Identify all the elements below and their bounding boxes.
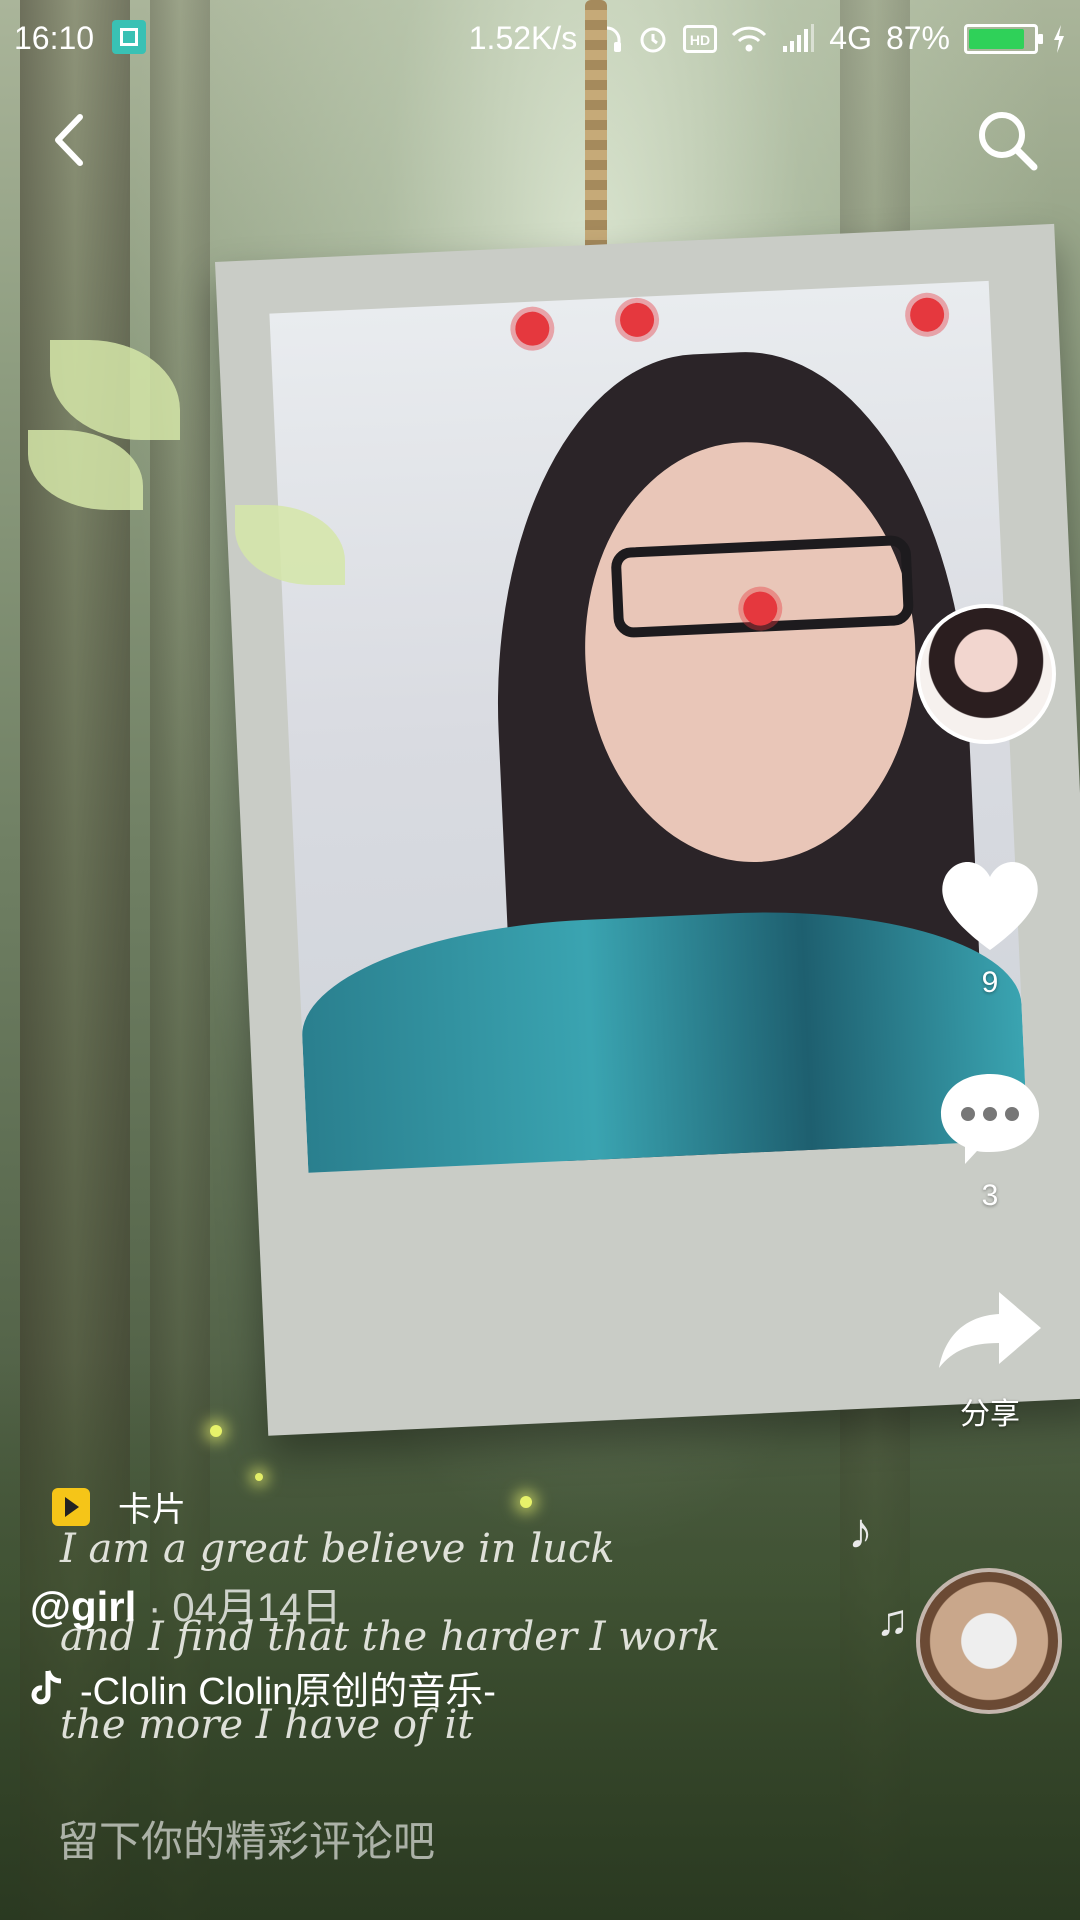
post-photo[interactable] bbox=[269, 280, 1028, 1173]
share-button[interactable]: 分享 bbox=[930, 1288, 1050, 1433]
wifi-icon bbox=[732, 26, 767, 51]
creator-avatar[interactable] bbox=[916, 604, 1056, 744]
search-icon bbox=[979, 112, 1038, 171]
music-line[interactable]: -Clolin Clolin原创的音乐- bbox=[30, 1660, 496, 1715]
flower-sticker bbox=[619, 302, 655, 338]
like-button[interactable]: 9 bbox=[930, 855, 1050, 1000]
heart-icon bbox=[942, 862, 1038, 950]
back-button[interactable] bbox=[40, 105, 100, 175]
flower-sticker bbox=[514, 310, 551, 347]
comment-count: 3 bbox=[981, 1179, 999, 1212]
card-label: 卡片 bbox=[118, 1491, 186, 1529]
music-title: -Clolin Clolin原创的音乐- bbox=[80, 1671, 496, 1713]
signal-icon bbox=[783, 23, 815, 52]
card-play-icon bbox=[52, 1487, 90, 1526]
share-arrow-icon bbox=[939, 1292, 1041, 1368]
music-note-icon: ♫ bbox=[876, 1596, 909, 1645]
music-disc[interactable] bbox=[916, 1568, 1062, 1714]
tiktok-note-icon bbox=[31, 1669, 62, 1704]
photo-jacket bbox=[297, 900, 1028, 1173]
back-arrow-icon bbox=[55, 114, 83, 166]
polaroid-frame bbox=[215, 223, 1080, 1436]
comment-bubble-icon bbox=[941, 1074, 1039, 1164]
author-line: @girl · 04月14日 bbox=[30, 1575, 341, 1633]
battery-fill bbox=[969, 28, 1025, 49]
share-label: 分享 bbox=[960, 1398, 1020, 1431]
like-count: 9 bbox=[981, 966, 999, 999]
charging-icon bbox=[1054, 24, 1064, 53]
status-right: 1.52K/s HD 4G 87% bbox=[469, 20, 1066, 57]
status-bar: 16:10 1.52K/s HD 4G 87% bbox=[0, 0, 1080, 78]
status-time: 16:10 bbox=[14, 20, 95, 56]
search-button[interactable] bbox=[972, 105, 1042, 175]
firefly bbox=[255, 1473, 263, 1481]
battery-icon bbox=[964, 23, 1043, 54]
author-name[interactable]: @girl bbox=[30, 1583, 136, 1630]
svg-text:HD: HD bbox=[690, 32, 710, 48]
network-speed: 1.52K/s bbox=[468, 20, 578, 56]
lyrics-overlay: I am a great believe in luck and I find … bbox=[60, 1505, 720, 1769]
alarm-icon bbox=[640, 27, 666, 52]
music-note-icon: ♪ bbox=[848, 1503, 873, 1559]
network-type: 4G bbox=[829, 20, 872, 56]
scan-icon bbox=[112, 20, 146, 54]
firefly bbox=[210, 1425, 222, 1437]
card-tag[interactable]: 卡片 bbox=[52, 1482, 186, 1531]
flower-sticker bbox=[909, 296, 945, 333]
battery-percent: 87% bbox=[885, 20, 950, 56]
comment-input[interactable]: 留下你的精彩评论吧 bbox=[57, 1808, 435, 1869]
post-date: · 04月14日 bbox=[147, 1586, 342, 1630]
comment-button[interactable]: 3 bbox=[930, 1068, 1050, 1213]
hd-icon: HD bbox=[683, 24, 718, 53]
